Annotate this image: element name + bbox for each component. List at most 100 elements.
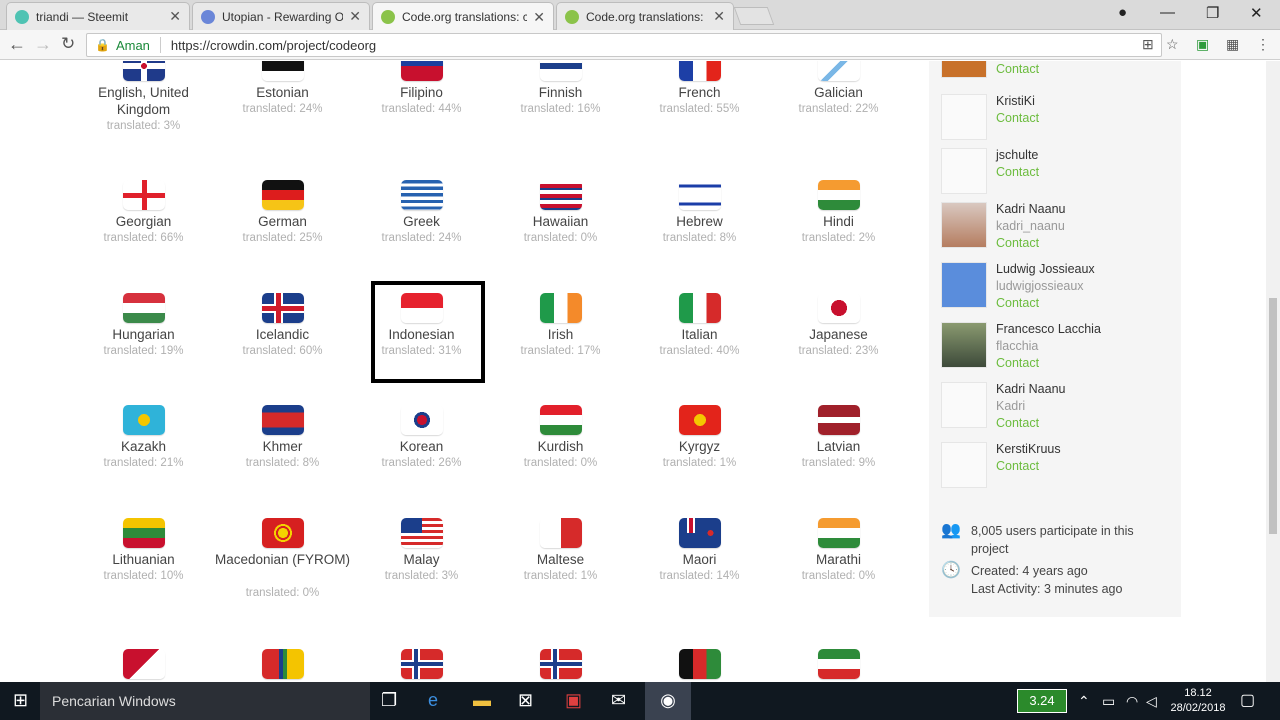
- contact-link[interactable]: Contact: [996, 296, 1039, 310]
- language-name: Filipino: [400, 85, 443, 100]
- tab-steemit[interactable]: triandi — Steemit ✕: [6, 2, 190, 30]
- language-name: Latvian: [816, 439, 861, 454]
- language-name: Malay: [403, 552, 440, 567]
- translate-icon[interactable]: ⊞: [1142, 36, 1154, 53]
- avatar[interactable]: [941, 94, 987, 140]
- translated-percent: translated: 0%: [245, 587, 320, 599]
- flag-icon[interactable]: [401, 649, 443, 679]
- gift-icon[interactable]: ▣: [565, 690, 582, 711]
- flag-icon: [818, 293, 860, 323]
- reload-icon[interactable]: ↻: [61, 34, 75, 54]
- language-name: Italian: [681, 327, 718, 342]
- contact-link[interactable]: Contact: [996, 111, 1039, 125]
- translated-percent: translated: 60%: [242, 345, 323, 357]
- member-item: Kadri Naanu Kadri Contact: [941, 382, 1181, 432]
- edge-icon[interactable]: e: [428, 690, 438, 711]
- bookmark-star-icon[interactable]: ☆: [1166, 36, 1179, 53]
- battery-icon[interactable]: ▭: [1102, 693, 1115, 710]
- language-name: Maltese: [536, 552, 585, 567]
- member-name[interactable]: KristiKi: [996, 94, 1035, 108]
- wifi-icon[interactable]: ◠: [1126, 693, 1138, 710]
- close-icon[interactable]: ✕: [349, 8, 361, 25]
- new-tab-button[interactable]: [733, 7, 775, 25]
- page-scrollbar[interactable]: [1266, 61, 1280, 682]
- folder-icon[interactable]: ▬: [473, 690, 491, 711]
- clock[interactable]: 18.12 28/02/2018: [1168, 686, 1228, 716]
- taskbar-search[interactable]: Pencarian Windows: [40, 682, 370, 720]
- contact-link[interactable]: Contact: [996, 236, 1039, 250]
- member-item: KerstiKruus Contact: [941, 442, 1181, 492]
- translated-percent: translated: 40%: [659, 345, 740, 357]
- chevron-up-icon[interactable]: ⌃: [1078, 693, 1090, 710]
- store-icon[interactable]: ⊠: [518, 690, 533, 711]
- translated-percent: translated: 0%: [523, 232, 598, 244]
- contact-link[interactable]: Contact: [996, 165, 1039, 179]
- restore-icon[interactable]: ❐: [1206, 4, 1219, 22]
- scrollbar-thumb[interactable]: [1269, 298, 1277, 534]
- language-name: Kurdish: [537, 439, 584, 454]
- tab-utopian[interactable]: Utopian - Rewarding Op ✕: [192, 2, 370, 30]
- translated-percent: translated: 44%: [381, 103, 462, 115]
- flag-icon: [123, 61, 165, 81]
- avatar[interactable]: [941, 202, 987, 248]
- crowdin-icon: [565, 9, 579, 24]
- back-icon[interactable]: ←: [8, 34, 26, 55]
- language-name: Korean: [399, 439, 444, 454]
- minimize-icon[interactable]: —: [1160, 4, 1175, 21]
- language-name: Hungarian: [112, 327, 175, 342]
- contact-link[interactable]: Contact: [996, 356, 1039, 370]
- contact-link[interactable]: Contact: [996, 62, 1039, 76]
- avatar[interactable]: [941, 262, 987, 308]
- translated-percent: translated: 22%: [798, 103, 879, 115]
- last-activity-text: Last Activity: 3 minutes ago: [971, 582, 1123, 596]
- window-close-icon[interactable]: ✕: [1250, 4, 1263, 22]
- contact-link[interactable]: Contact: [996, 416, 1039, 430]
- flag-icon[interactable]: [262, 649, 304, 679]
- flag-icon[interactable]: [540, 649, 582, 679]
- battery-indicator[interactable]: 3.24: [1017, 689, 1067, 713]
- close-icon[interactable]: ✕: [713, 8, 725, 25]
- tab-codeorg-active[interactable]: Code.org translations: co ✕: [372, 2, 554, 31]
- language-name: Maori: [682, 552, 717, 567]
- forward-icon[interactable]: →: [34, 34, 52, 55]
- mail-icon[interactable]: ✉: [611, 690, 626, 711]
- extension-qr-icon[interactable]: ▦: [1226, 36, 1239, 53]
- menu-icon[interactable]: ⋮: [1256, 36, 1270, 53]
- member-name[interactable]: Ludwig Jossieaux: [996, 262, 1095, 276]
- flag-icon: [262, 180, 304, 210]
- tab-codeorg[interactable]: Code.org translations: co ✕: [556, 2, 734, 30]
- address-bar[interactable]: 🔒 Aman https://crowdin.com/project/codeo…: [86, 33, 1162, 57]
- time: 18.12: [1184, 687, 1212, 699]
- extension-icon[interactable]: ▣: [1196, 36, 1209, 53]
- contact-link[interactable]: Contact: [996, 459, 1039, 473]
- avatar[interactable]: [941, 382, 987, 428]
- avatar[interactable]: [941, 148, 987, 194]
- chrome-icon[interactable]: ◉: [645, 682, 691, 720]
- profile-icon[interactable]: ●: [1118, 4, 1127, 21]
- member-name[interactable]: jschulte: [996, 148, 1038, 162]
- notification-icon[interactable]: ▢: [1240, 690, 1255, 710]
- avatar[interactable]: [941, 442, 987, 488]
- volume-icon[interactable]: ◁: [1146, 693, 1157, 710]
- member-name[interactable]: Kadri Naanu: [996, 202, 1066, 216]
- translated-percent: translated: 66%: [103, 232, 184, 244]
- flag-icon[interactable]: [123, 649, 165, 679]
- windows-start-icon[interactable]: ⊞: [13, 690, 28, 711]
- flag-icon: [401, 180, 443, 210]
- member-name[interactable]: KerstiKruus: [996, 442, 1061, 456]
- member-name[interactable]: Kadri Naanu: [996, 382, 1066, 396]
- flag-icon[interactable]: [679, 649, 721, 679]
- close-icon[interactable]: ✕: [533, 9, 545, 26]
- flag-icon[interactable]: [818, 649, 860, 679]
- windows-taskbar: ⊞ Pencarian Windows ❐ e ▬ ⊠ ▣ ✉ ◉ 3.24 ⌃…: [0, 682, 1280, 720]
- close-icon[interactable]: ✕: [169, 8, 181, 25]
- flag-icon: [818, 61, 860, 81]
- language-name: Finnish: [538, 85, 583, 100]
- task-view-icon[interactable]: ❐: [381, 690, 397, 711]
- member-username: Kadri: [996, 399, 1026, 413]
- divider: [159, 37, 161, 53]
- translated-percent: translated: 10%: [103, 570, 184, 582]
- translated-percent: translated: 0%: [523, 457, 598, 469]
- avatar[interactable]: [941, 322, 987, 368]
- member-name[interactable]: Francesco Lacchia: [996, 322, 1101, 336]
